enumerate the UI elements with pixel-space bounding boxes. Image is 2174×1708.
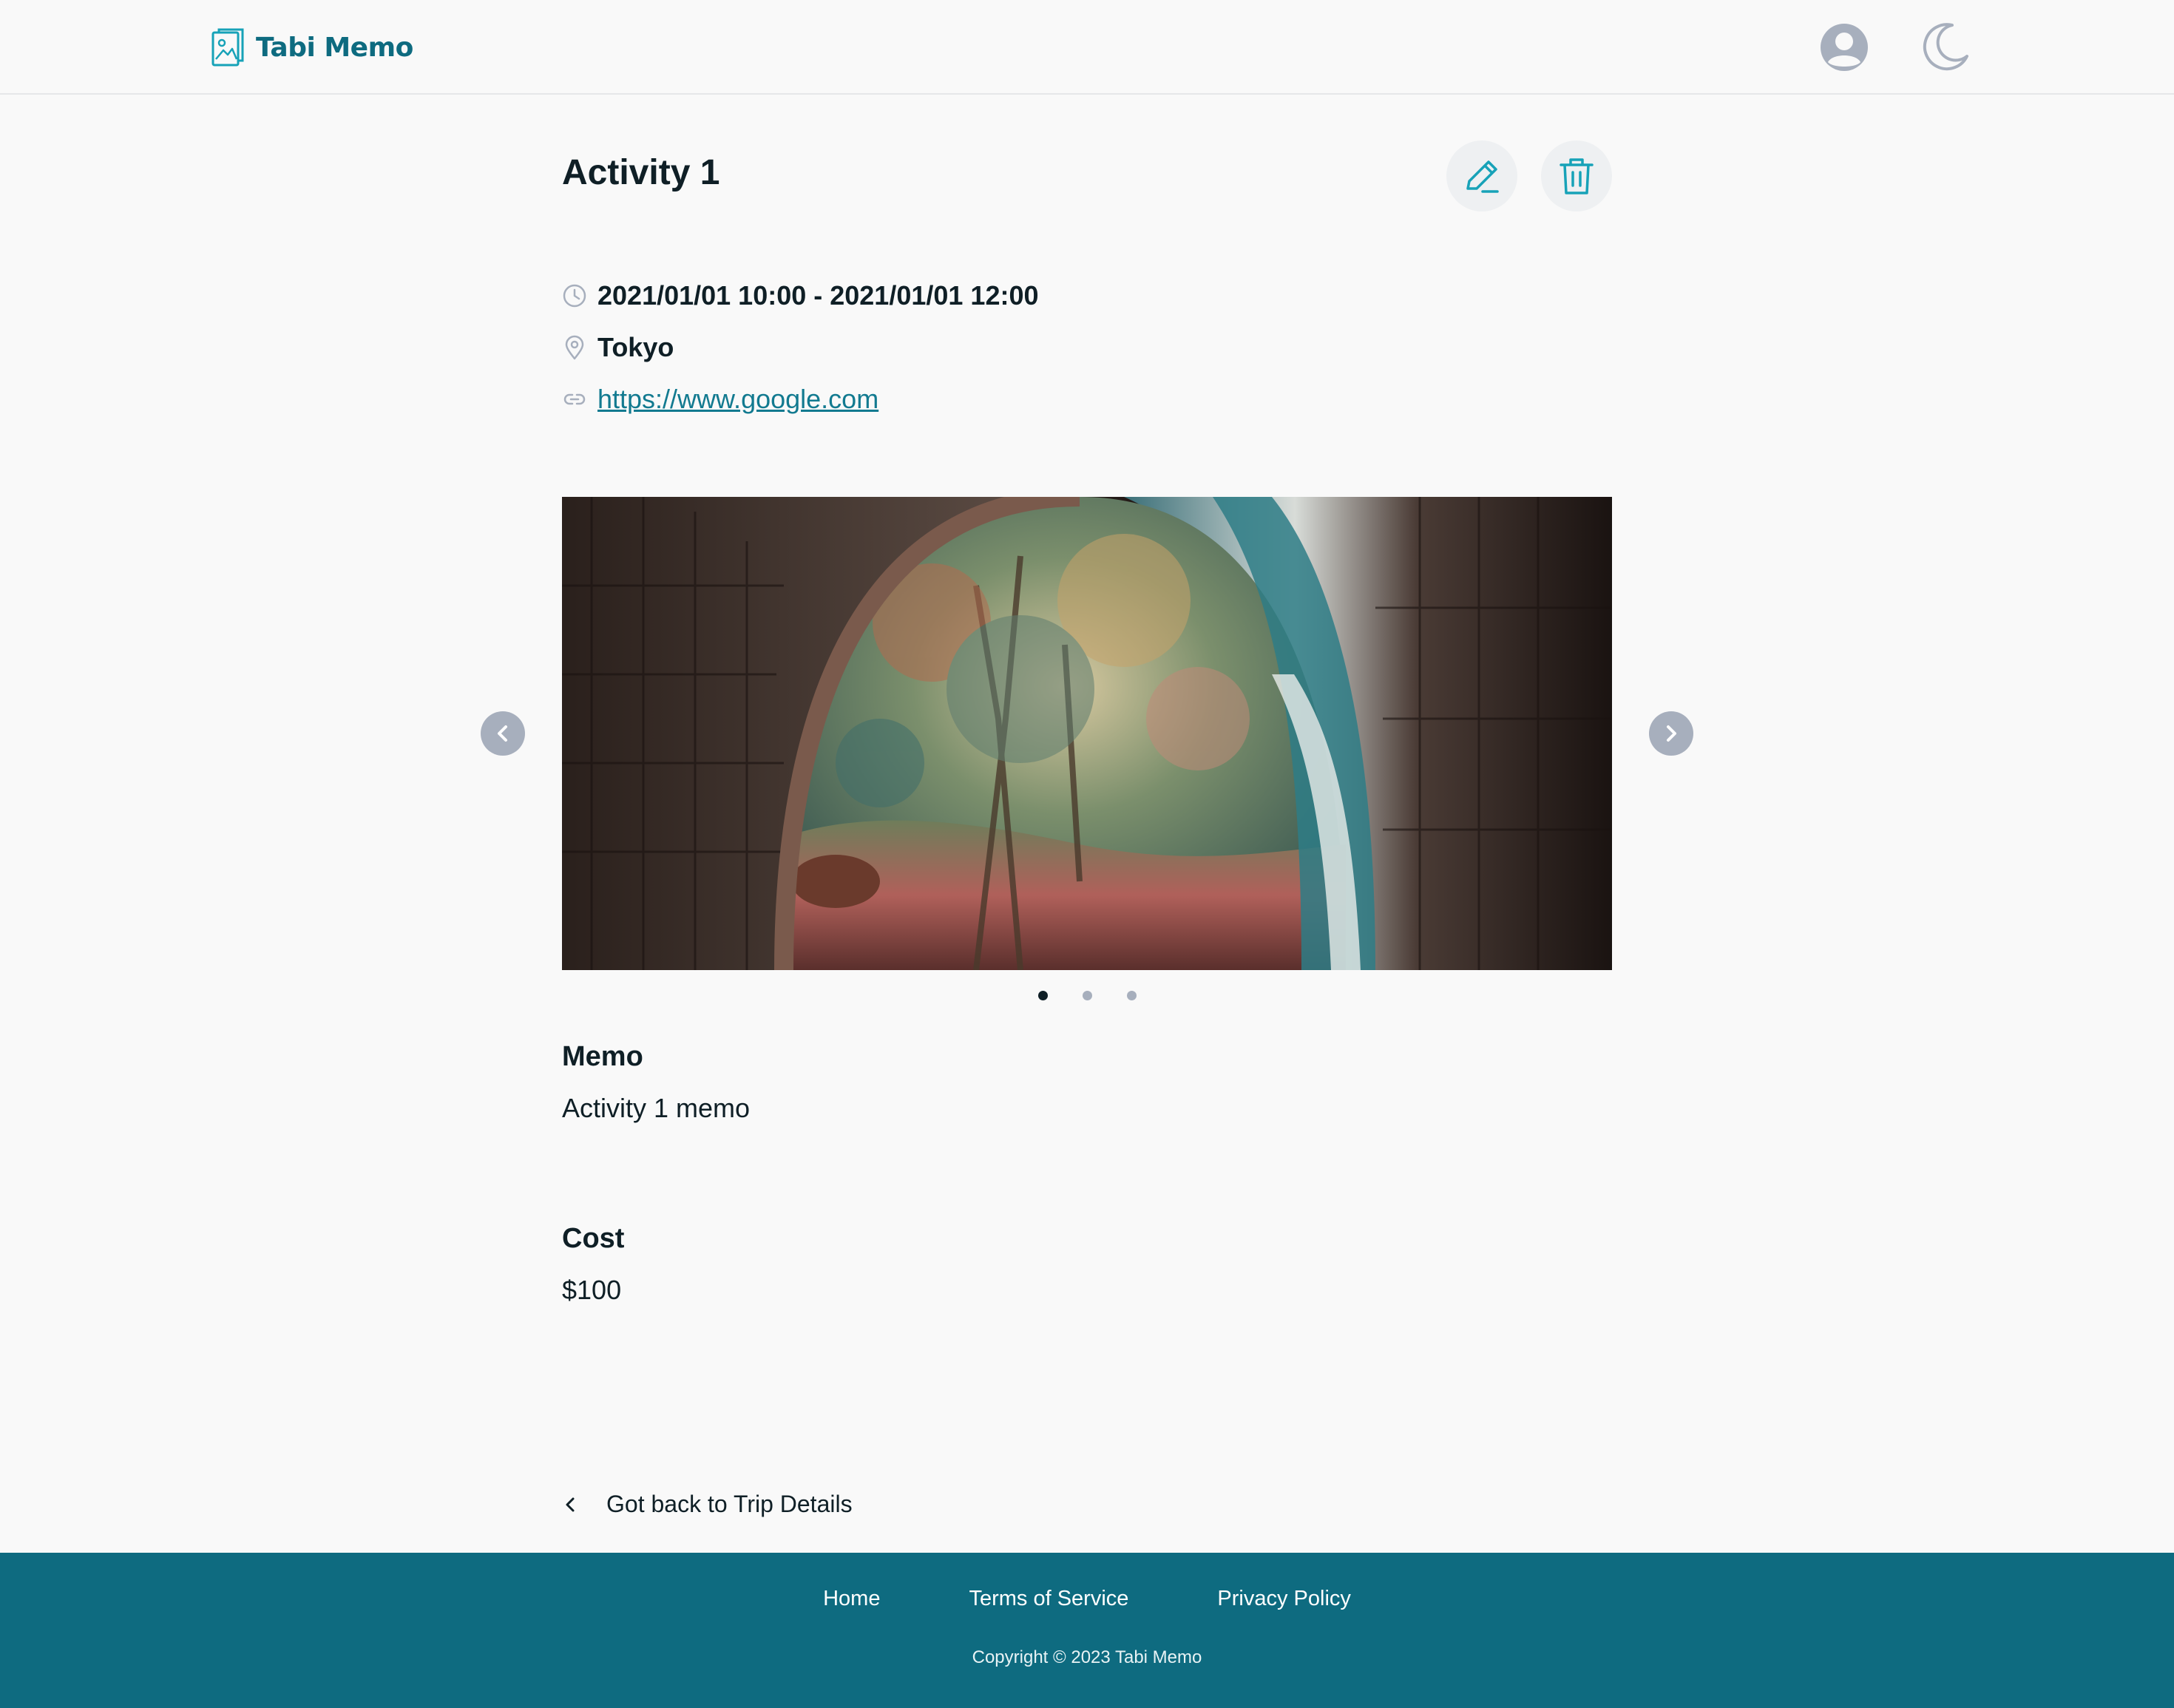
photo-album-icon — [211, 28, 244, 67]
page: Tabi Memo Activity 1 2021/01/01 10:00 - … — [0, 0, 2174, 1708]
location-row: Tokyo — [562, 328, 674, 367]
memo-text: Activity 1 memo — [562, 1093, 751, 1123]
memo-label: Memo — [562, 1041, 643, 1072]
link-icon — [563, 393, 586, 405]
carousel-dot[interactable] — [1082, 991, 1092, 1000]
carousel-next-button[interactable] — [1649, 711, 1693, 756]
chevron-left-icon — [498, 725, 507, 742]
pencil-icon — [1466, 160, 1499, 193]
carousel-prev-button[interactable] — [481, 711, 525, 756]
carousel-dots — [562, 991, 1612, 1001]
activity-datetime: 2021/01/01 10:00 - 2021/01/01 12:00 — [597, 280, 1039, 311]
footer-link-privacy[interactable]: Privacy Policy — [1217, 1587, 1351, 1611]
footer-link-home[interactable]: Home — [823, 1587, 880, 1611]
url-row: https://www.google.com — [562, 380, 878, 418]
delete-button[interactable] — [1541, 140, 1612, 211]
brand-name: Tabi Memo — [256, 32, 413, 63]
map-pin-icon — [565, 335, 584, 360]
datetime-row: 2021/01/01 10:00 - 2021/01/01 12:00 — [562, 277, 1039, 315]
activity-location: Tokyo — [597, 332, 674, 362]
back-to-trip-link[interactable]: Got back to Trip Details — [562, 1491, 853, 1518]
carousel-image[interactable] — [562, 497, 1612, 970]
site-footer: Home Terms of Service Privacy Policy Cop… — [0, 1553, 2174, 1708]
carousel-dot[interactable] — [1037, 991, 1048, 1000]
user-circle-icon — [1821, 24, 1868, 71]
moon-icon — [1923, 23, 1968, 71]
user-menu-button[interactable] — [1818, 21, 1871, 74]
back-link-label: Got back to Trip Details — [606, 1491, 853, 1517]
edit-button[interactable] — [1446, 140, 1517, 211]
activity-title: Activity 1 — [562, 153, 720, 192]
carousel-dot[interactable] — [1126, 991, 1137, 1000]
footer-nav: Home Terms of Service Privacy Policy — [0, 1587, 2174, 1611]
chevron-right-icon — [1667, 725, 1676, 742]
trash-icon — [1560, 158, 1594, 194]
copyright-text: Copyright © 2023 Tabi Memo — [972, 1647, 1202, 1667]
brand-link[interactable]: Tabi Memo — [211, 27, 413, 68]
top-header: Tabi Memo — [0, 0, 2174, 95]
theme-toggle-button[interactable] — [1918, 21, 1971, 74]
chevron-left-icon — [566, 1497, 575, 1511]
cost-label: Cost — [562, 1223, 625, 1254]
cost-value: $100 — [562, 1275, 622, 1305]
tunnel-photo — [562, 497, 1612, 970]
footer-link-terms[interactable]: Terms of Service — [969, 1587, 1128, 1611]
activity-url-link[interactable]: https://www.google.com — [597, 384, 878, 415]
clock-icon — [563, 284, 586, 308]
